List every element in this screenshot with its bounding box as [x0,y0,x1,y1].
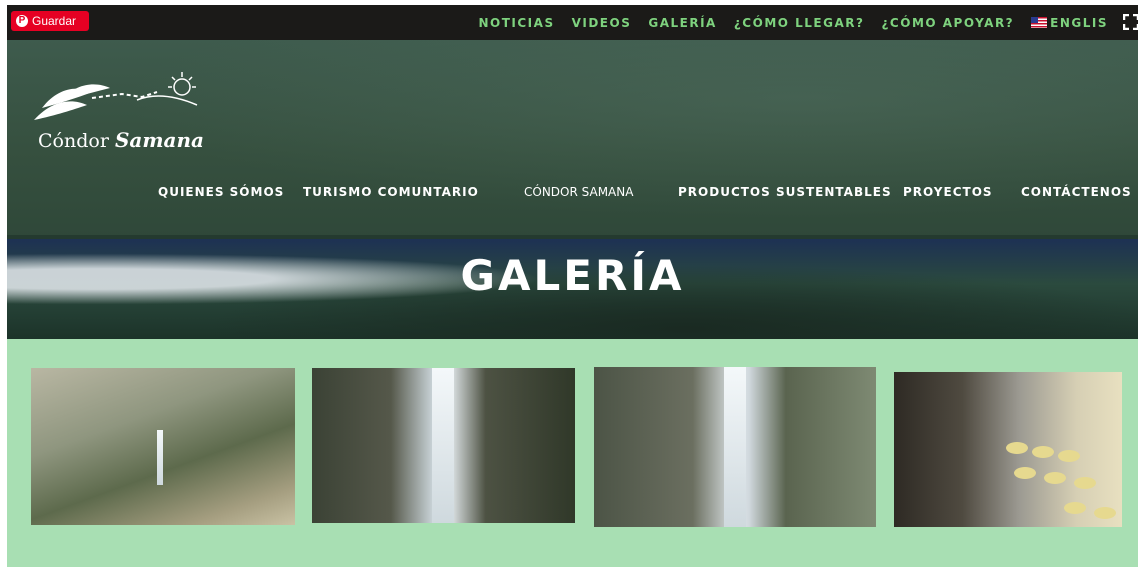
top-nav: NOTICIAS VIDEOS GALERÍA ¿CÓMO LLEGAR? ¿C… [478,5,1108,40]
cheese-wheel [1006,442,1028,454]
topnav-videos[interactable]: VIDEOS [572,16,632,30]
cheese-wheel [1094,507,1116,519]
cheese-wheel [1064,502,1086,514]
pinterest-save-label: Guardar [32,14,77,28]
waterfall-shape [157,430,163,485]
topnav-galeria[interactable]: GALERÍA [648,16,716,30]
gallery-image-waterfall-cliff[interactable] [312,368,575,523]
language-label: ENGLIS [1050,15,1108,30]
logo-text-plain: Cóndor [38,130,109,152]
pinterest-icon: P [16,15,28,27]
site-header: Cóndor Samana QUIENES SÓMOS TURISMO COMU… [7,40,1138,239]
mainnav-productos-sustentables[interactable]: PRODUCTOS SUSTENTABLES [678,185,892,199]
condor-samana-logo[interactable]: Cóndor Samana [32,70,232,170]
page-banner: GALERÍA [7,239,1138,339]
cheese-wheel [1074,477,1096,489]
logo-emblem-icon [34,72,198,120]
cheese-wheel [1014,467,1036,479]
topnav-como-apoyar[interactable]: ¿CÓMO APOYAR? [881,16,1014,30]
gallery-image-waterfall-visitors[interactable] [594,367,876,527]
cheese-wheel [1044,472,1066,484]
logo-text: Cóndor Samana [38,128,204,152]
topnav-como-llegar[interactable]: ¿CÓMO LLEGAR? [734,16,865,30]
topnav-noticias[interactable]: NOTICIAS [478,16,554,30]
mainnav-proyectos[interactable]: PROYECTOS [903,185,993,199]
gallery-image-cheese-room[interactable] [894,372,1122,527]
us-flag-icon [1031,17,1048,28]
waterfall-shape [724,367,746,527]
cheese-wheel [1032,446,1054,458]
fullscreen-icon[interactable] [1123,14,1139,30]
logo-text-script: Samana [114,128,204,152]
gallery-image-valley-waterfall[interactable] [31,368,295,525]
waterfall-shape [432,368,454,523]
top-bar: P Guardar NOTICIAS VIDEOS GALERÍA ¿CÓMO … [7,5,1139,40]
pinterest-save-button[interactable]: P Guardar [11,11,89,31]
mainnav-quienes-somos[interactable]: QUIENES SÓMOS [158,185,284,199]
mainnav-turismo-comunitario[interactable]: TURISMO COMUNTARIO [303,185,479,199]
mainnav-condor-samana[interactable]: CÓNDOR SAMANA [524,185,633,199]
mainnav-contactenos[interactable]: CONTÁCTENOS [1021,185,1132,199]
language-switch[interactable]: ENGLIS [1031,16,1108,30]
main-nav: QUIENES SÓMOS TURISMO COMUNTARIO CÓNDOR … [7,185,1138,209]
cheese-wheel [1058,450,1080,462]
gallery-grid [7,339,1138,567]
page-title: GALERÍA [460,251,685,300]
